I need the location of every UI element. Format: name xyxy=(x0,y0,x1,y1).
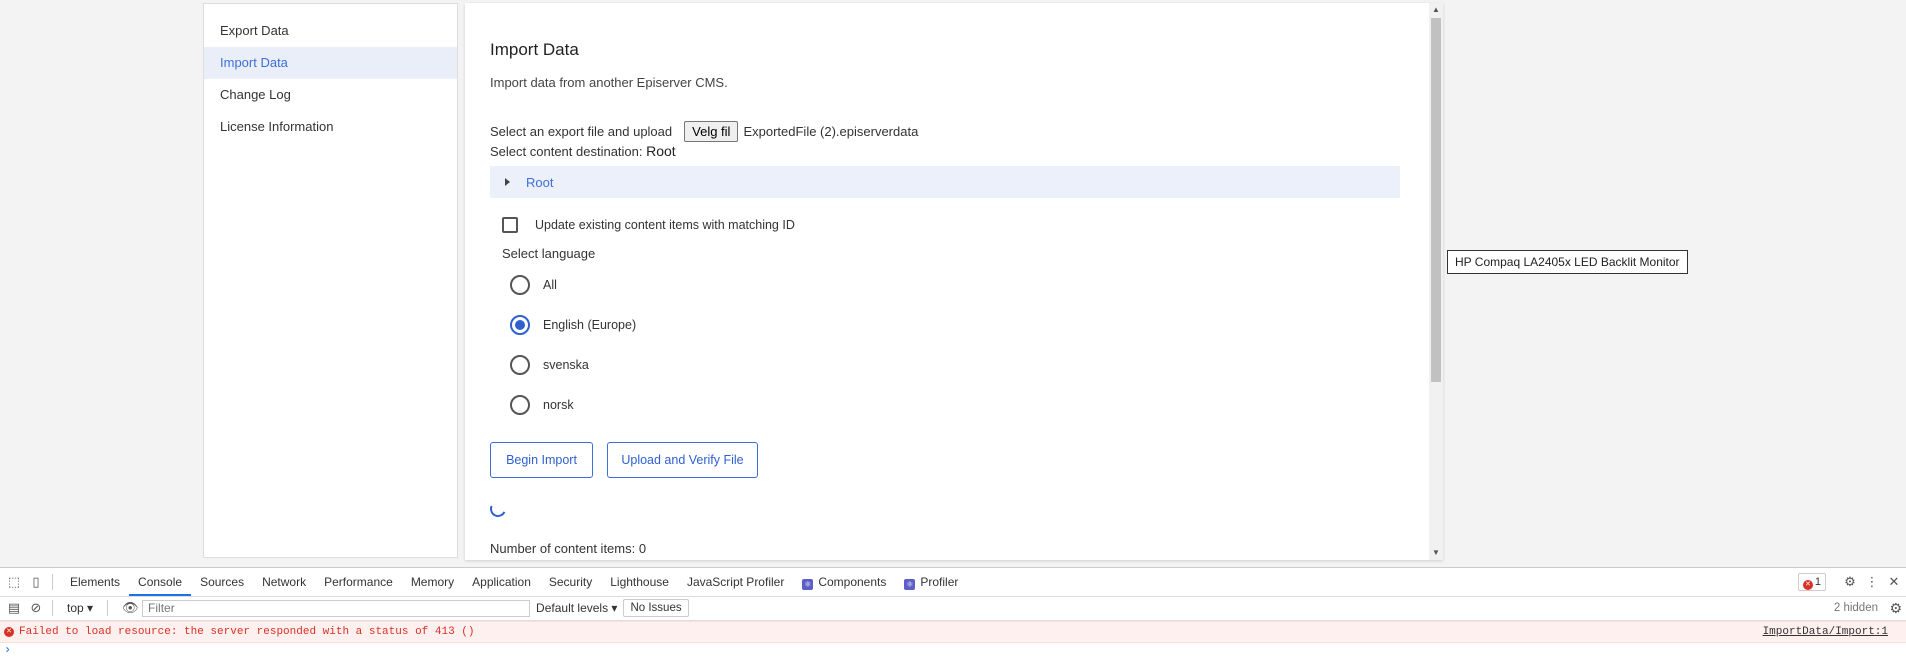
radio-english[interactable] xyxy=(510,315,530,335)
tab-elements[interactable]: Elements xyxy=(61,568,129,596)
language-label-all: All xyxy=(543,278,557,292)
context-selector[interactable]: top ▾ xyxy=(61,601,99,615)
language-option-english[interactable]: English (Europe) xyxy=(510,315,636,335)
live-expression-eye-icon[interactable]: 👁 xyxy=(122,600,139,616)
upload-label: Select an export file and upload xyxy=(490,124,673,139)
scroll-up-icon[interactable]: ▲ xyxy=(1429,4,1443,16)
tab-console[interactable]: Console xyxy=(129,568,192,596)
error-icon: ✕ xyxy=(4,627,14,637)
language-option-svenska[interactable]: svenska xyxy=(510,355,589,375)
loading-spinner-icon xyxy=(487,498,509,520)
console-filter-input[interactable] xyxy=(142,599,531,617)
language-label-english: English (Europe) xyxy=(543,318,637,332)
error-text: Failed to load resource: the server resp… xyxy=(19,626,475,638)
content-tree-root-node[interactable]: Root xyxy=(490,166,1400,198)
console-prompt-icon[interactable]: › xyxy=(4,643,11,657)
language-label-norsk: norsk xyxy=(543,398,574,412)
selected-file-name: ExportedFile (2).episerverdata xyxy=(743,124,919,139)
radio-all[interactable] xyxy=(510,275,530,295)
inspect-element-icon[interactable]: ⬚ xyxy=(6,574,22,590)
tab-profiler[interactable]: ⚛ Profiler xyxy=(895,568,967,596)
tab-security[interactable]: Security xyxy=(540,568,601,596)
nav-item-export-data[interactable]: Export Data xyxy=(204,15,457,47)
toolbar-divider xyxy=(107,600,109,616)
radio-svenska[interactable] xyxy=(510,355,530,375)
content-items-count: Number of content items: 0 xyxy=(490,541,647,556)
expand-caret-icon[interactable] xyxy=(505,178,510,186)
error-source-link[interactable]: ImportData/Import:1 xyxy=(1763,626,1888,638)
tab-sources[interactable]: Sources xyxy=(191,568,253,596)
tab-performance[interactable]: Performance xyxy=(315,568,402,596)
update-existing-label: Update existing content items with match… xyxy=(535,218,795,232)
tab-lighthouse[interactable]: Lighthouse xyxy=(601,568,678,596)
tab-profiler-label: Profiler xyxy=(920,575,959,589)
destination-row: Select content destination: Root xyxy=(490,143,676,159)
admin-side-nav: Export Data Import Data Change Log Licen… xyxy=(203,3,458,558)
clear-console-icon[interactable]: ⊘ xyxy=(28,600,44,616)
issues-button[interactable]: No Issues xyxy=(623,599,689,617)
error-count-badge[interactable]: ✕ 1 xyxy=(1797,573,1826,591)
panel-scrollbar[interactable]: ▲ ▼ xyxy=(1429,3,1443,560)
tab-components[interactable]: ⚛ Components xyxy=(793,568,895,596)
import-panel: Import Data Import data from another Epi… xyxy=(465,3,1443,560)
react-profiler-icon: ⚛ xyxy=(904,579,916,590)
language-label-svenska: svenska xyxy=(543,358,589,372)
sidebar-toggle-icon[interactable]: ▤ xyxy=(6,600,22,616)
settings-gear-icon[interactable]: ⚙ xyxy=(1842,574,1858,590)
destination-label: Select content destination: xyxy=(490,144,643,159)
tab-network[interactable]: Network xyxy=(253,568,315,596)
choose-file-button[interactable]: Velg fil xyxy=(684,121,739,142)
tree-root-label[interactable]: Root xyxy=(526,175,553,190)
monitor-tooltip: HP Compaq LA2405x LED Backlit Monitor xyxy=(1447,250,1688,274)
console-settings-icon[interactable]: ⚙ xyxy=(1889,600,1902,617)
tab-components-label: Components xyxy=(818,575,887,589)
begin-import-button[interactable]: Begin Import xyxy=(490,442,593,478)
update-existing-row[interactable]: Update existing content items with match… xyxy=(502,217,795,233)
context-value: top xyxy=(67,601,84,615)
nav-item-change-log[interactable]: Change Log xyxy=(204,79,457,111)
console-error-message: ✕ Failed to load resource: the server re… xyxy=(0,621,1906,643)
tab-memory[interactable]: Memory xyxy=(402,568,463,596)
tab-javascript-profiler[interactable]: JavaScript Profiler xyxy=(678,568,793,596)
page-description: Import data from another Episerver CMS. xyxy=(490,75,728,90)
devtools-right-controls: ✕ 1 ⚙ ⋮ ✕ xyxy=(1797,568,1906,596)
log-levels-label: Default levels xyxy=(536,601,609,615)
more-options-icon[interactable]: ⋮ xyxy=(1864,574,1880,590)
destination-value: Root xyxy=(646,143,676,159)
toolbar-divider xyxy=(52,600,53,616)
react-components-icon: ⚛ xyxy=(802,579,814,590)
scroll-thumb[interactable] xyxy=(1431,18,1441,382)
language-option-norsk[interactable]: norsk xyxy=(510,395,574,415)
tab-application[interactable]: Application xyxy=(463,568,540,596)
devtools-panel: ⬚ ▯ Elements Console Sources Network Per… xyxy=(0,567,1906,665)
devtools-tabbar: ⬚ ▯ Elements Console Sources Network Per… xyxy=(0,568,1906,597)
language-option-all[interactable]: All xyxy=(510,275,557,295)
toolbar-divider xyxy=(52,574,53,590)
page-title: Import Data xyxy=(490,40,579,59)
hidden-messages-count: 2 hidden xyxy=(1833,602,1878,614)
update-existing-checkbox[interactable] xyxy=(502,217,518,233)
language-label: Select language xyxy=(502,246,596,261)
radio-norsk[interactable] xyxy=(510,395,530,415)
console-toolbar: ▤ ⊘ top ▾ 👁 Default levels ▾ No Issues 2… xyxy=(0,596,1906,621)
upload-verify-button[interactable]: Upload and Verify File xyxy=(607,442,758,478)
error-count: 1 xyxy=(1814,576,1821,588)
close-devtools-icon[interactable]: ✕ xyxy=(1886,574,1902,590)
nav-item-license-information[interactable]: License Information xyxy=(204,111,457,143)
device-toolbar-icon[interactable]: ▯ xyxy=(28,574,44,590)
nav-item-import-data[interactable]: Import Data xyxy=(204,47,457,79)
upload-row: Select an export file and upload Velg fi… xyxy=(490,121,918,142)
log-levels-dropdown[interactable]: Default levels ▾ xyxy=(530,601,623,615)
scroll-down-icon[interactable]: ▼ xyxy=(1429,547,1443,559)
error-icon: ✕ xyxy=(1802,580,1813,590)
